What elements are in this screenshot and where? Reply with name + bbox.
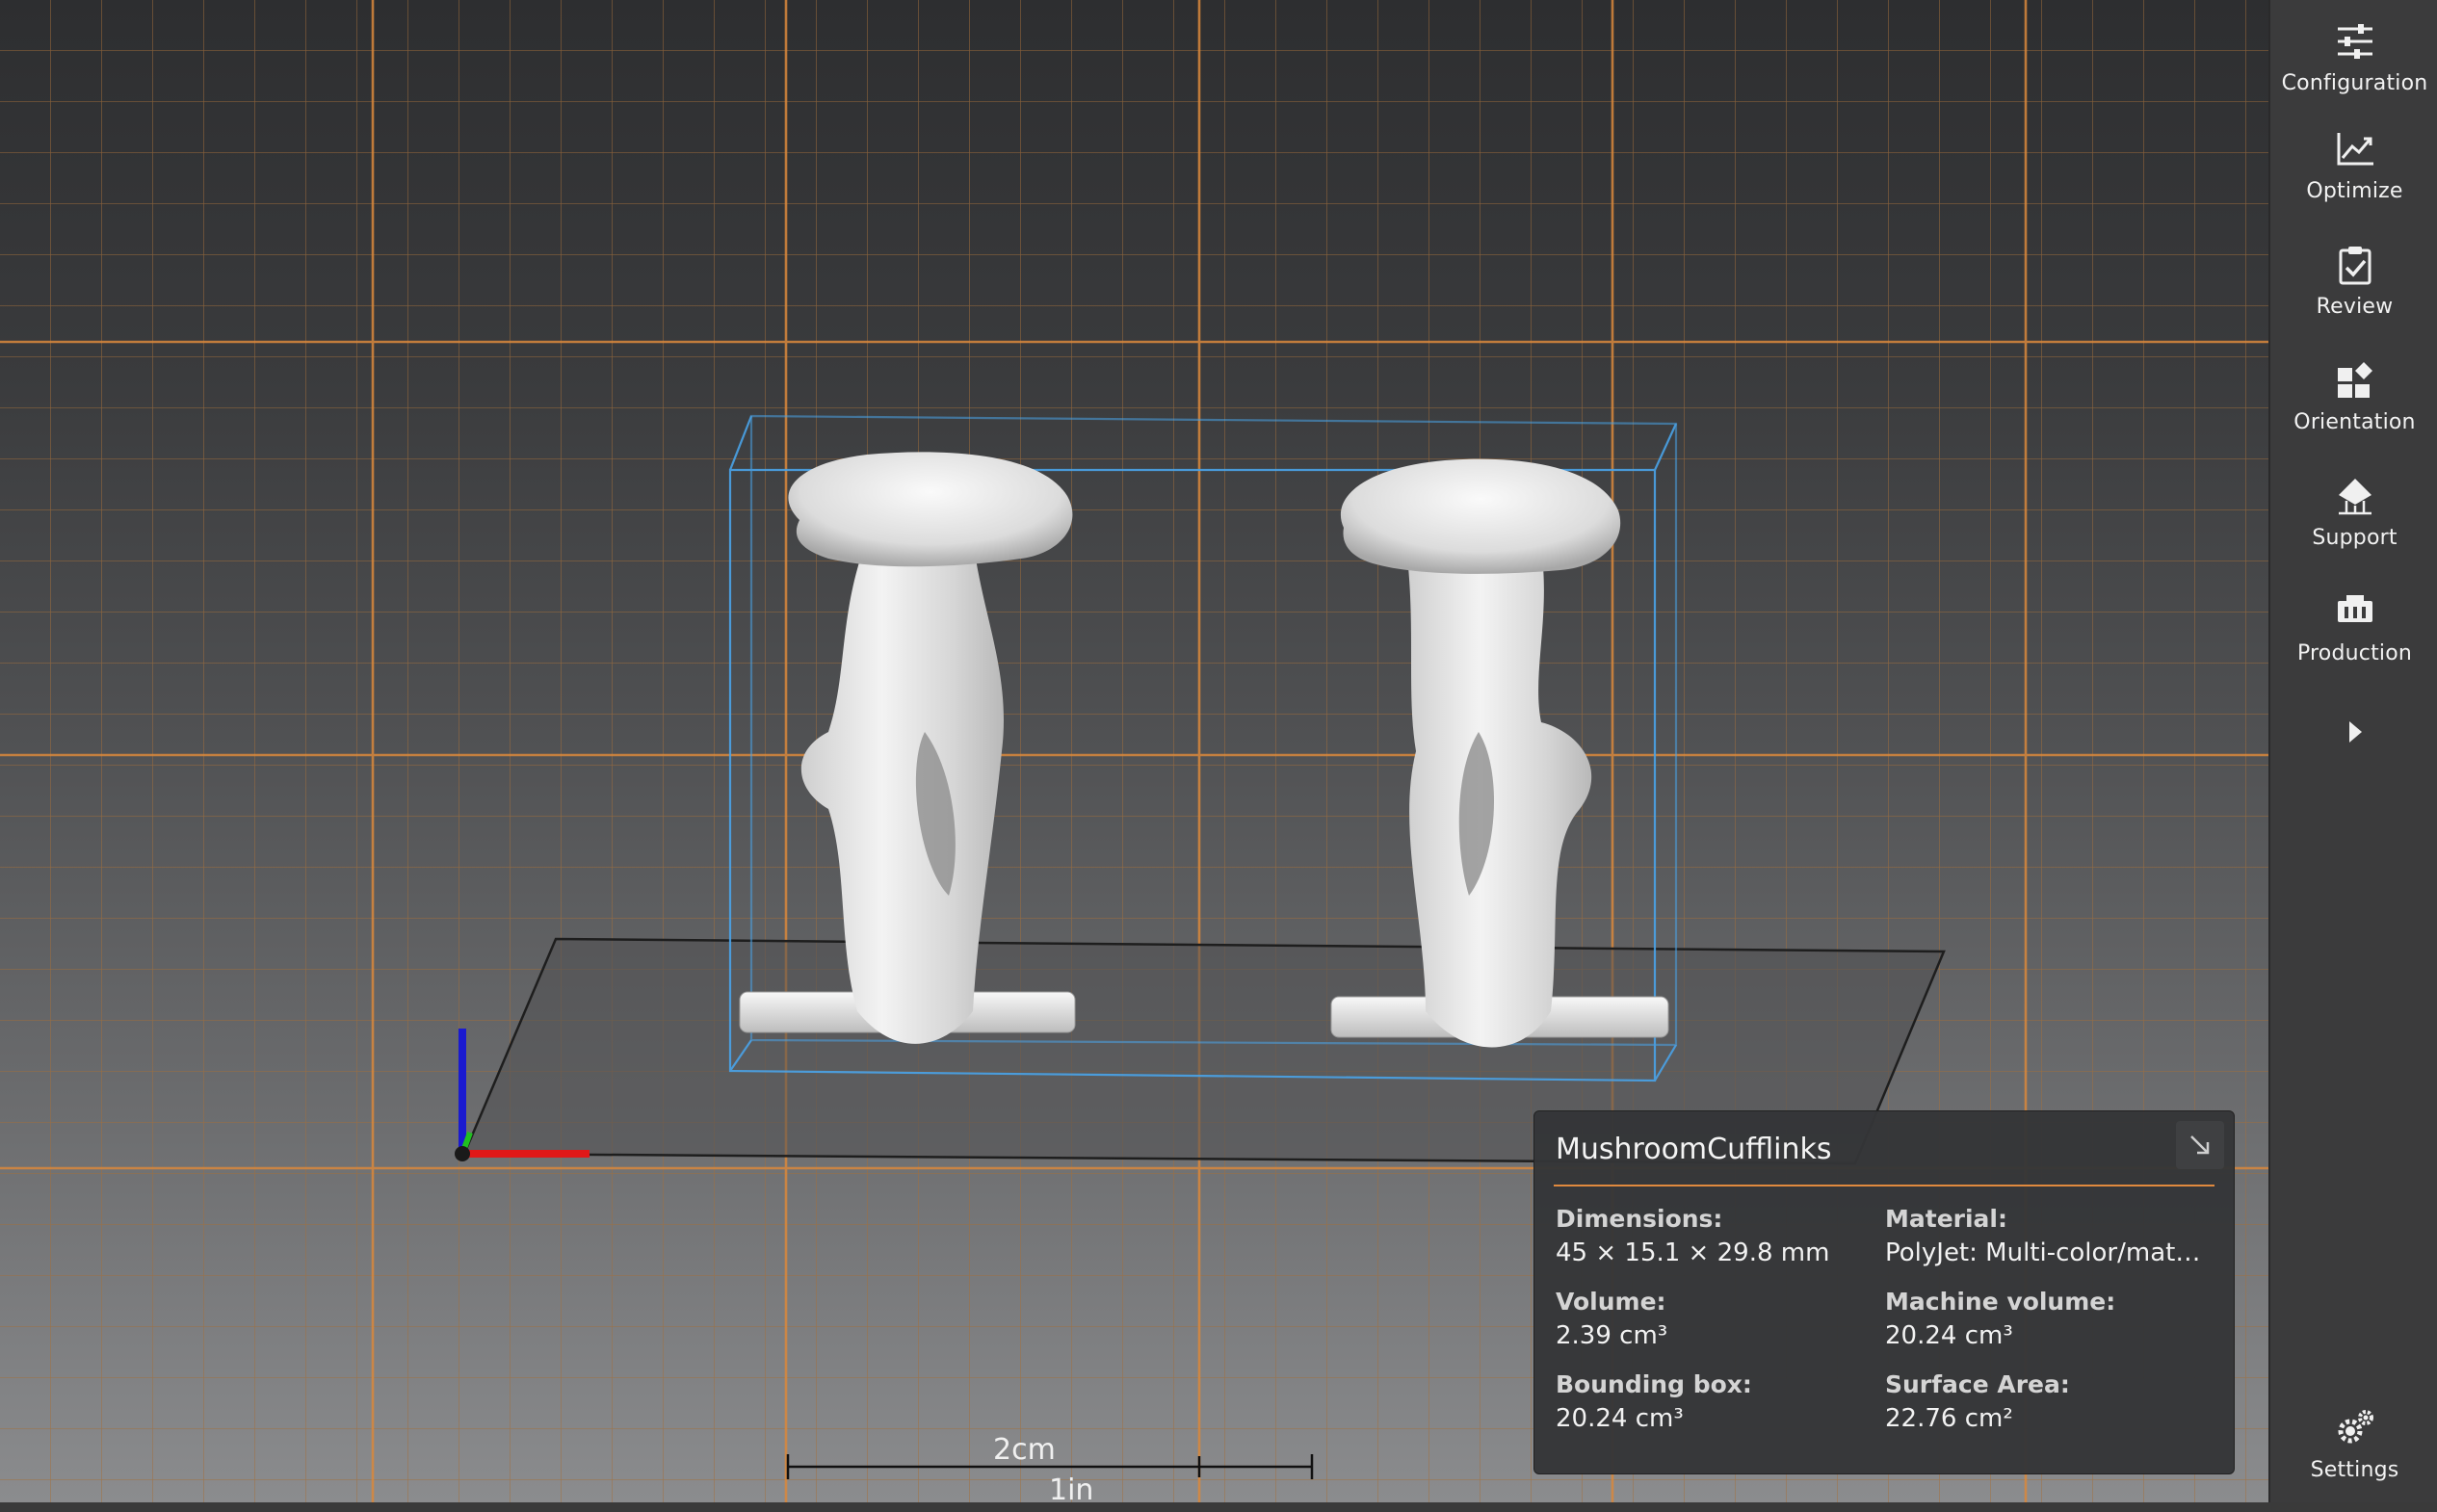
sidebar-item-label: Production — [2296, 641, 2413, 665]
sidebar-item-label: Optimize — [2306, 179, 2403, 203]
sidebar-item-label: Review — [2316, 295, 2394, 319]
sidebar-item-label: Support — [2312, 526, 2398, 550]
prop-value: 20.24 cm³ — [1556, 1404, 1684, 1433]
prop-label: Surface Area: — [1885, 1370, 2070, 1398]
settings-button[interactable]: Settings — [2270, 1406, 2437, 1512]
collapse-arrow-icon — [2190, 1135, 2210, 1155]
prop-label: Material: — [1885, 1205, 2007, 1233]
prop-label: Dimensions: — [1556, 1205, 1723, 1233]
model-info-panel: MushroomCufflinks Dimensions: 45 × 15.1 … — [1533, 1110, 2235, 1474]
clipboard-check-icon — [2333, 243, 2377, 287]
expand-sidebar-button[interactable] — [2270, 713, 2437, 751]
settings-label: Settings — [2310, 1458, 2399, 1482]
prop-bounding-box: Bounding box: 20.24 cm³ — [1556, 1370, 1874, 1433]
gears-icon — [2333, 1406, 2377, 1450]
model-name: MushroomCufflinks — [1556, 1133, 1832, 1166]
prop-value: 22.76 cm² — [1885, 1404, 2013, 1433]
prop-label: Bounding box: — [1556, 1370, 1752, 1398]
printer-icon — [2333, 589, 2377, 634]
collapse-panel-button[interactable] — [2176, 1121, 2224, 1169]
panel-divider — [1554, 1185, 2214, 1186]
orientation-icon — [2333, 358, 2377, 403]
sidebar-item-label: Orientation — [2293, 410, 2416, 434]
prop-label: Machine volume: — [1885, 1288, 2116, 1316]
scale-label-imperial: 1in — [1049, 1473, 1094, 1502]
prop-value: 2.39 cm³ — [1556, 1321, 1668, 1350]
sidebar-item-optimize[interactable]: Optimize — [2270, 127, 2437, 233]
prop-value: PolyJet: Multi-color/mater... — [1885, 1238, 2203, 1267]
prop-machine-volume: Machine volume: 20.24 cm³ — [1885, 1288, 2203, 1350]
prop-value: 45 × 15.1 × 29.8 mm — [1556, 1238, 1830, 1267]
sidebar-item-production[interactable]: Production — [2270, 589, 2437, 695]
sidebar-item-label: Configuration — [2281, 71, 2428, 95]
prop-volume: Volume: 2.39 cm³ — [1556, 1288, 1874, 1350]
play-right-icon — [2348, 721, 2362, 743]
sidebar-item-orientation[interactable]: Orientation — [2270, 358, 2437, 464]
sliders-icon — [2333, 19, 2377, 64]
prop-value: 20.24 cm³ — [1885, 1321, 2013, 1350]
sidebar-item-review[interactable]: Review — [2270, 243, 2437, 349]
sidebar-item-support[interactable]: Support — [2270, 474, 2437, 580]
chart-line-icon — [2333, 127, 2377, 171]
prop-material: Material: PolyJet: Multi-color/mater... — [1885, 1205, 2203, 1267]
viewport-3d[interactable]: 2cm 1in MushroomCufflinks Dimensions: 45… — [0, 0, 2268, 1502]
prop-surface-area: Surface Area: 22.76 cm² — [1885, 1370, 2203, 1433]
prop-dimensions: Dimensions: 45 × 15.1 × 29.8 mm — [1556, 1205, 1874, 1267]
prop-label: Volume: — [1556, 1288, 1666, 1316]
sidebar-item-configuration[interactable]: Configuration — [2270, 19, 2437, 125]
sidebar: Configuration Optimize Review Orientatio… — [2268, 0, 2437, 1502]
support-icon — [2333, 474, 2377, 518]
scale-label-metric: 2cm — [993, 1433, 1056, 1467]
